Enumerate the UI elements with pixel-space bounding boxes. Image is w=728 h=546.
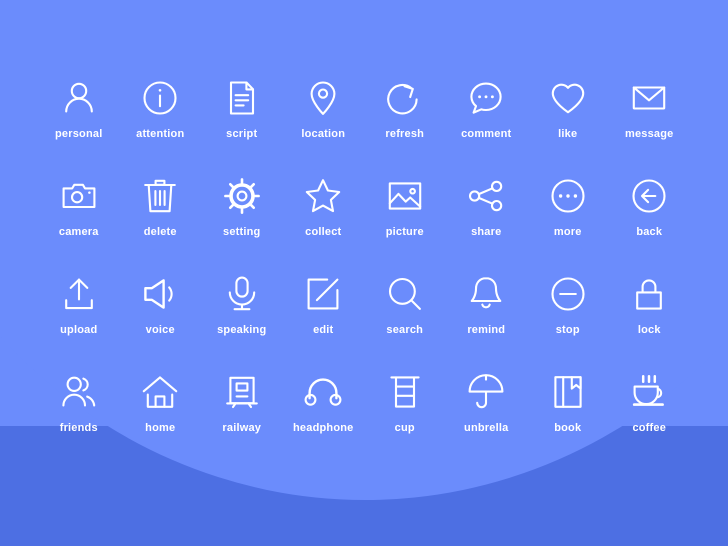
icon-tile-home[interactable]: home bbox=[120, 370, 202, 468]
icon-tile-share[interactable]: share bbox=[446, 174, 528, 272]
trash-can-icon bbox=[138, 174, 182, 218]
icon-tile-search[interactable]: search bbox=[364, 272, 446, 370]
icon-tile-headphone[interactable]: headphone bbox=[283, 370, 365, 468]
icon-label: more bbox=[553, 226, 582, 238]
icon-label: speaking bbox=[217, 324, 267, 336]
icon-tile-remind[interactable]: remind bbox=[446, 272, 528, 370]
icon-label: setting bbox=[223, 226, 261, 238]
image-icon bbox=[383, 174, 427, 218]
icon-label: like bbox=[558, 128, 578, 140]
minus-circle-icon bbox=[546, 272, 590, 316]
lock-icon bbox=[627, 272, 671, 316]
icon-label: message bbox=[625, 128, 674, 140]
icon-label: cup bbox=[394, 422, 415, 434]
refresh-arrow-icon bbox=[383, 76, 427, 120]
speech-bubble-icon bbox=[464, 76, 508, 120]
icon-tile-picture[interactable]: picture bbox=[364, 174, 446, 272]
person-icon bbox=[57, 76, 101, 120]
icon-tile-delete[interactable]: delete bbox=[120, 174, 202, 272]
ellipsis-circle-icon bbox=[546, 174, 590, 218]
icon-tile-more[interactable]: more bbox=[527, 174, 609, 272]
icon-tile-personal[interactable]: personal bbox=[38, 76, 120, 174]
info-circle-icon bbox=[138, 76, 182, 120]
icon-label: unbrella bbox=[464, 422, 509, 434]
icon-label: railway bbox=[222, 422, 262, 434]
icon-label: location bbox=[301, 128, 346, 140]
icon-tile-cup[interactable]: cup bbox=[364, 370, 446, 468]
icon-tile-edit[interactable]: edit bbox=[283, 272, 365, 370]
two-people-icon bbox=[57, 370, 101, 414]
icon-tile-unbrella[interactable]: unbrella bbox=[446, 370, 528, 468]
icon-label: book bbox=[554, 422, 582, 434]
gear-icon bbox=[220, 174, 264, 218]
icon-label: voice bbox=[145, 324, 175, 336]
icon-tile-message[interactable]: message bbox=[609, 76, 691, 174]
icon-label: coffee bbox=[632, 422, 667, 434]
umbrella-icon bbox=[464, 370, 508, 414]
envelope-icon bbox=[627, 76, 671, 120]
coffee-cup-icon bbox=[627, 370, 671, 414]
icon-label: camera bbox=[58, 226, 99, 238]
icon-label: upload bbox=[60, 324, 98, 336]
icon-tile-speaking[interactable]: speaking bbox=[201, 272, 283, 370]
book-icon bbox=[546, 370, 590, 414]
search-icon bbox=[383, 272, 427, 316]
headphones-icon bbox=[301, 370, 345, 414]
train-icon bbox=[220, 370, 264, 414]
microphone-icon bbox=[220, 272, 264, 316]
icon-label: collect bbox=[305, 226, 342, 238]
pencil-square-icon bbox=[301, 272, 345, 316]
icon-label: friends bbox=[59, 422, 98, 434]
icon-label: personal bbox=[55, 128, 103, 140]
icon-tile-camera[interactable]: camera bbox=[38, 174, 120, 272]
icon-label: lock bbox=[637, 324, 661, 336]
cup-icon bbox=[383, 370, 427, 414]
icon-label: attention bbox=[136, 128, 185, 140]
icon-label: share bbox=[471, 226, 502, 238]
heart-icon bbox=[546, 76, 590, 120]
icon-tile-friends[interactable]: friends bbox=[38, 370, 120, 468]
icon-label: remind bbox=[467, 324, 506, 336]
camera-icon bbox=[57, 174, 101, 218]
icon-tile-refresh[interactable]: refresh bbox=[364, 76, 446, 174]
icon-label: picture bbox=[385, 226, 424, 238]
icon-label: delete bbox=[143, 226, 177, 238]
icon-tile-railway[interactable]: railway bbox=[201, 370, 283, 468]
house-icon bbox=[138, 370, 182, 414]
icon-tile-attention[interactable]: attention bbox=[120, 76, 202, 174]
icon-label: stop bbox=[555, 324, 580, 336]
icon-label: edit bbox=[313, 324, 334, 336]
bell-icon bbox=[464, 272, 508, 316]
icon-label: script bbox=[226, 128, 258, 140]
icon-label: refresh bbox=[385, 128, 425, 140]
map-pin-icon bbox=[301, 76, 345, 120]
icon-tile-like[interactable]: like bbox=[527, 76, 609, 174]
icon-tile-comment[interactable]: comment bbox=[446, 76, 528, 174]
icon-tile-collect[interactable]: collect bbox=[283, 174, 365, 272]
icon-tile-setting[interactable]: setting bbox=[201, 174, 283, 272]
icon-label: search bbox=[386, 324, 424, 336]
arrow-left-circle-icon bbox=[627, 174, 671, 218]
icon-tile-script[interactable]: script bbox=[201, 76, 283, 174]
icon-tile-book[interactable]: book bbox=[527, 370, 609, 468]
star-icon bbox=[301, 174, 345, 218]
icon-tile-lock[interactable]: lock bbox=[609, 272, 691, 370]
speaker-icon bbox=[138, 272, 182, 316]
icon-tile-coffee[interactable]: coffee bbox=[609, 370, 691, 468]
icon-tile-location[interactable]: location bbox=[283, 76, 365, 174]
icon-label: comment bbox=[461, 128, 512, 140]
document-icon bbox=[220, 76, 264, 120]
icon-grid: personal attention script location refre bbox=[0, 0, 728, 546]
upload-icon bbox=[57, 272, 101, 316]
icon-tile-back[interactable]: back bbox=[609, 174, 691, 272]
icon-set-canvas: personal attention script location refre bbox=[0, 0, 728, 546]
icon-label: back bbox=[636, 226, 663, 238]
icon-tile-voice[interactable]: voice bbox=[120, 272, 202, 370]
icon-label: headphone bbox=[293, 422, 354, 434]
icon-tile-upload[interactable]: upload bbox=[38, 272, 120, 370]
share-nodes-icon bbox=[464, 174, 508, 218]
icon-tile-stop[interactable]: stop bbox=[527, 272, 609, 370]
icon-label: home bbox=[145, 422, 176, 434]
